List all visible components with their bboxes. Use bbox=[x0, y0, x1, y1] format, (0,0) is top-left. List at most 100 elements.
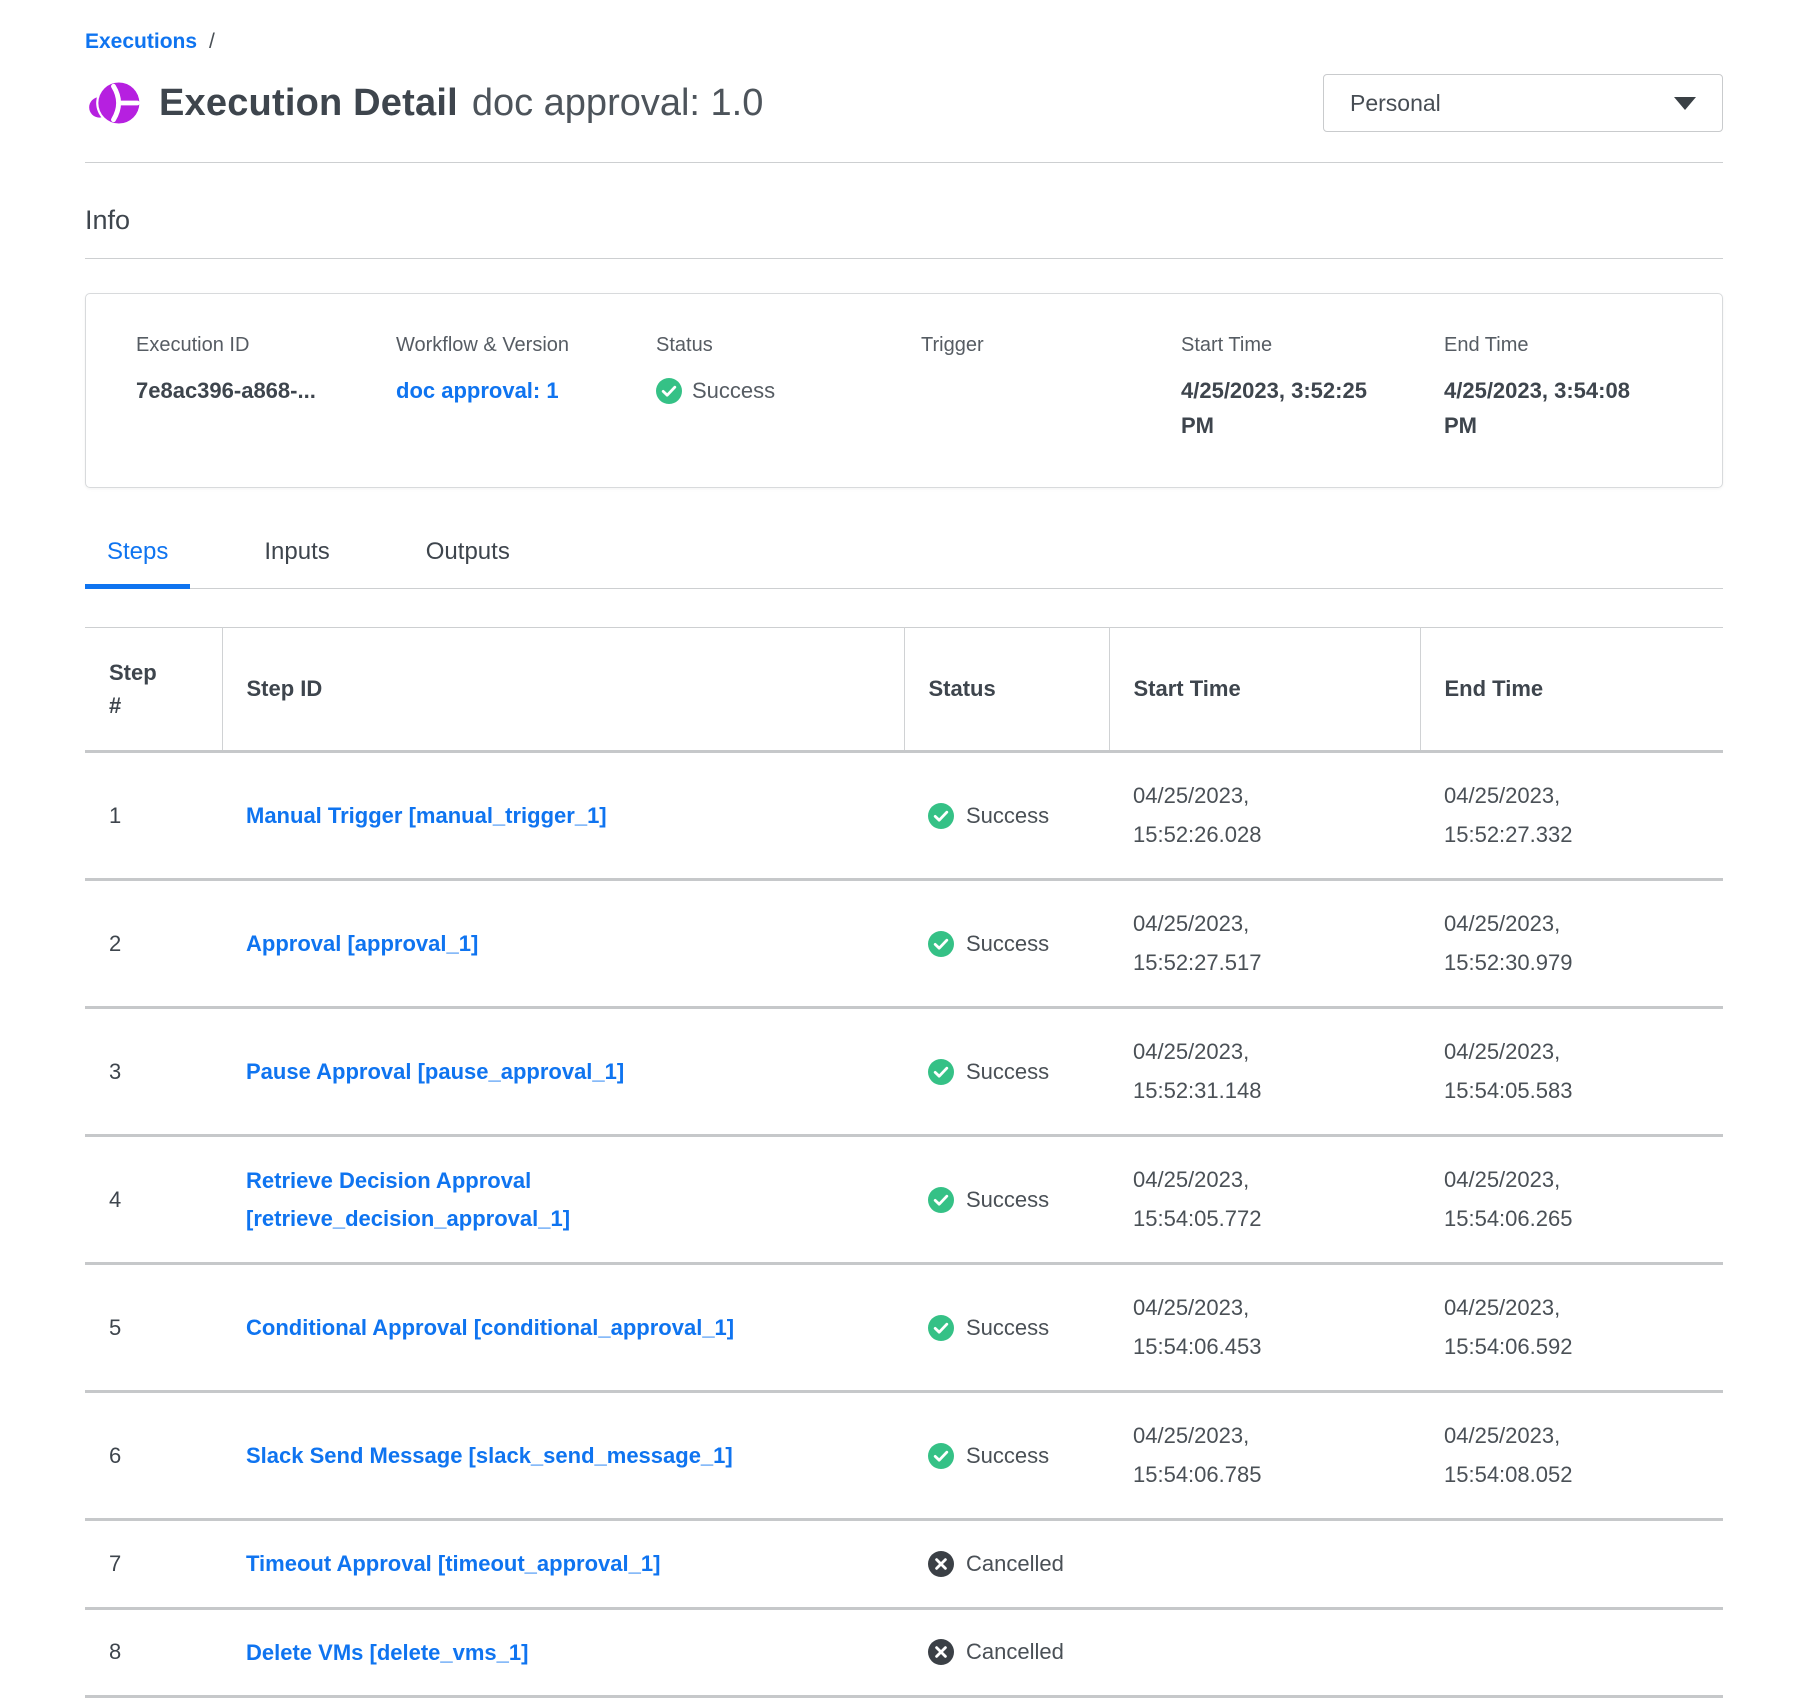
tab-outputs[interactable]: Outputs bbox=[404, 538, 532, 589]
field-label: Trigger bbox=[921, 334, 1181, 357]
table-row: 3 Pause Approval [pause_approval_1] Succ… bbox=[85, 1008, 1723, 1136]
header-divider bbox=[85, 162, 1723, 163]
step-id-link[interactable]: Pause Approval [pause_approval_1] bbox=[246, 1053, 624, 1090]
step-number-cell: 8 bbox=[85, 1608, 222, 1696]
success-check-icon bbox=[656, 378, 682, 404]
step-number-cell: 2 bbox=[85, 880, 222, 1008]
scope-select-value: Personal bbox=[1350, 90, 1441, 117]
success-check-icon bbox=[928, 1187, 954, 1213]
info-divider bbox=[85, 258, 1723, 259]
step-id-link[interactable]: Slack Send Message [slack_send_message_1… bbox=[246, 1437, 733, 1474]
table-row: 6 Slack Send Message [slack_send_message… bbox=[85, 1392, 1723, 1520]
table-row: 2 Approval [approval_1] Success 04/25/20… bbox=[85, 880, 1723, 1008]
workflow-version-link[interactable]: doc approval: 1 bbox=[396, 373, 656, 408]
table-row: 4 Retrieve Decision Approval [retrieve_d… bbox=[85, 1136, 1723, 1264]
step-id-cell: Conditional Approval [conditional_approv… bbox=[222, 1264, 904, 1392]
status-text: Cancelled bbox=[966, 1639, 1064, 1665]
step-id-cell: Manual Trigger [manual_trigger_1] bbox=[222, 752, 904, 880]
end-time-cell: 04/25/2023, 15:54:06.265 bbox=[1420, 1136, 1723, 1264]
info-field-workflow-version: Workflow & Version doc approval: 1 bbox=[396, 334, 656, 443]
steps-table-body: 1 Manual Trigger [manual_trigger_1] Succ… bbox=[85, 752, 1723, 1697]
status-cell: Success bbox=[904, 1008, 1109, 1136]
col-header-end-time: End Time bbox=[1420, 628, 1723, 752]
col-header-status: Status bbox=[904, 628, 1109, 752]
cancelled-x-icon bbox=[928, 1551, 954, 1577]
end-time-value: 4/25/2023, 3:54:08 PM bbox=[1444, 373, 1659, 443]
status-cell: Success bbox=[904, 1392, 1109, 1520]
steps-table: Step # Step ID Status Start Time End Tim… bbox=[85, 627, 1723, 1698]
page-subtitle: doc approval: 1.0 bbox=[472, 82, 764, 125]
info-card: Execution ID 7e8ac396-a868-... Workflow … bbox=[85, 293, 1723, 488]
step-id-cell: Pause Approval [pause_approval_1] bbox=[222, 1008, 904, 1136]
field-label: Status bbox=[656, 334, 921, 357]
step-id-cell: Retrieve Decision Approval [retrieve_dec… bbox=[222, 1136, 904, 1264]
execution-status: Success bbox=[656, 373, 921, 408]
breadcrumb-executions-link[interactable]: Executions bbox=[85, 30, 197, 54]
start-time-cell: 04/25/2023, 15:54:06.785 bbox=[1109, 1392, 1420, 1520]
success-check-icon bbox=[928, 1443, 954, 1469]
status-cell: Success bbox=[904, 880, 1109, 1008]
end-time-cell: 04/25/2023, 15:52:30.979 bbox=[1420, 880, 1723, 1008]
table-row: 5 Conditional Approval [conditional_appr… bbox=[85, 1264, 1723, 1392]
col-header-start-time: Start Time bbox=[1109, 628, 1420, 752]
steps-table-header: Step # Step ID Status Start Time End Tim… bbox=[85, 628, 1723, 752]
success-check-icon bbox=[928, 1315, 954, 1341]
table-row: 8 Delete VMs [delete_vms_1] Cancelled bbox=[85, 1608, 1723, 1696]
execution-id-value: 7e8ac396-a868-... bbox=[136, 373, 396, 408]
cancelled-x-icon bbox=[928, 1639, 954, 1665]
status-badge: Success bbox=[928, 1187, 1085, 1213]
status-cell: Success bbox=[904, 752, 1109, 880]
status-badge: Success bbox=[928, 1059, 1085, 1085]
status-badge: Success bbox=[928, 1443, 1085, 1469]
success-check-icon bbox=[928, 803, 954, 829]
end-time-cell bbox=[1420, 1520, 1723, 1608]
status-text: Success bbox=[966, 1059, 1049, 1085]
status-cell: Cancelled bbox=[904, 1520, 1109, 1608]
detail-tabs: Steps Inputs Outputs bbox=[85, 538, 1723, 589]
step-number-cell: 1 bbox=[85, 752, 222, 880]
end-time-cell: 04/25/2023, 15:54:08.052 bbox=[1420, 1392, 1723, 1520]
status-text: Success bbox=[966, 931, 1049, 957]
status-badge: Cancelled bbox=[928, 1551, 1085, 1577]
page-title: Execution Detail bbox=[159, 82, 458, 125]
step-id-link[interactable]: Retrieve Decision Approval [retrieve_dec… bbox=[246, 1162, 816, 1237]
status-text: Success bbox=[966, 1443, 1049, 1469]
chevron-down-icon bbox=[1674, 97, 1696, 110]
table-row: 1 Manual Trigger [manual_trigger_1] Succ… bbox=[85, 752, 1723, 880]
status-text: Success bbox=[966, 1315, 1049, 1341]
success-check-icon bbox=[928, 931, 954, 957]
step-number-cell: 4 bbox=[85, 1136, 222, 1264]
step-id-link[interactable]: Timeout Approval [timeout_approval_1] bbox=[246, 1545, 660, 1582]
field-label: Start Time bbox=[1181, 334, 1444, 357]
tab-steps[interactable]: Steps bbox=[85, 538, 190, 589]
step-id-link[interactable]: Manual Trigger [manual_trigger_1] bbox=[246, 797, 607, 834]
status-text: Cancelled bbox=[966, 1551, 1064, 1577]
step-id-cell: Timeout Approval [timeout_approval_1] bbox=[222, 1520, 904, 1608]
status-cell: Cancelled bbox=[904, 1608, 1109, 1696]
info-field-execution-id: Execution ID 7e8ac396-a868-... bbox=[136, 334, 396, 443]
status-cell: Success bbox=[904, 1264, 1109, 1392]
start-time-cell bbox=[1109, 1608, 1420, 1696]
breadcrumb: Executions / bbox=[85, 30, 1723, 54]
step-id-link[interactable]: Approval [approval_1] bbox=[246, 925, 478, 962]
step-id-link[interactable]: Conditional Approval [conditional_approv… bbox=[246, 1309, 734, 1346]
scope-select[interactable]: Personal bbox=[1323, 74, 1723, 132]
field-label: Workflow & Version bbox=[396, 334, 656, 357]
step-id-cell: Approval [approval_1] bbox=[222, 880, 904, 1008]
status-text: Success bbox=[966, 1187, 1049, 1213]
field-label: End Time bbox=[1444, 334, 1702, 357]
table-row: 7 Timeout Approval [timeout_approval_1] … bbox=[85, 1520, 1723, 1608]
info-section-title: Info bbox=[85, 205, 1723, 236]
step-id-link[interactable]: Delete VMs [delete_vms_1] bbox=[246, 1634, 528, 1671]
start-time-cell bbox=[1109, 1520, 1420, 1608]
start-time-cell: 04/25/2023, 15:52:31.148 bbox=[1109, 1008, 1420, 1136]
end-time-cell bbox=[1420, 1608, 1723, 1696]
start-time-cell: 04/25/2023, 15:54:06.453 bbox=[1109, 1264, 1420, 1392]
tab-inputs[interactable]: Inputs bbox=[242, 538, 351, 589]
step-number-cell: 6 bbox=[85, 1392, 222, 1520]
start-time-cell: 04/25/2023, 15:52:26.028 bbox=[1109, 752, 1420, 880]
step-number-cell: 3 bbox=[85, 1008, 222, 1136]
success-check-icon bbox=[928, 1059, 954, 1085]
breadcrumb-separator: / bbox=[209, 30, 215, 54]
status-badge: Success bbox=[928, 931, 1085, 957]
